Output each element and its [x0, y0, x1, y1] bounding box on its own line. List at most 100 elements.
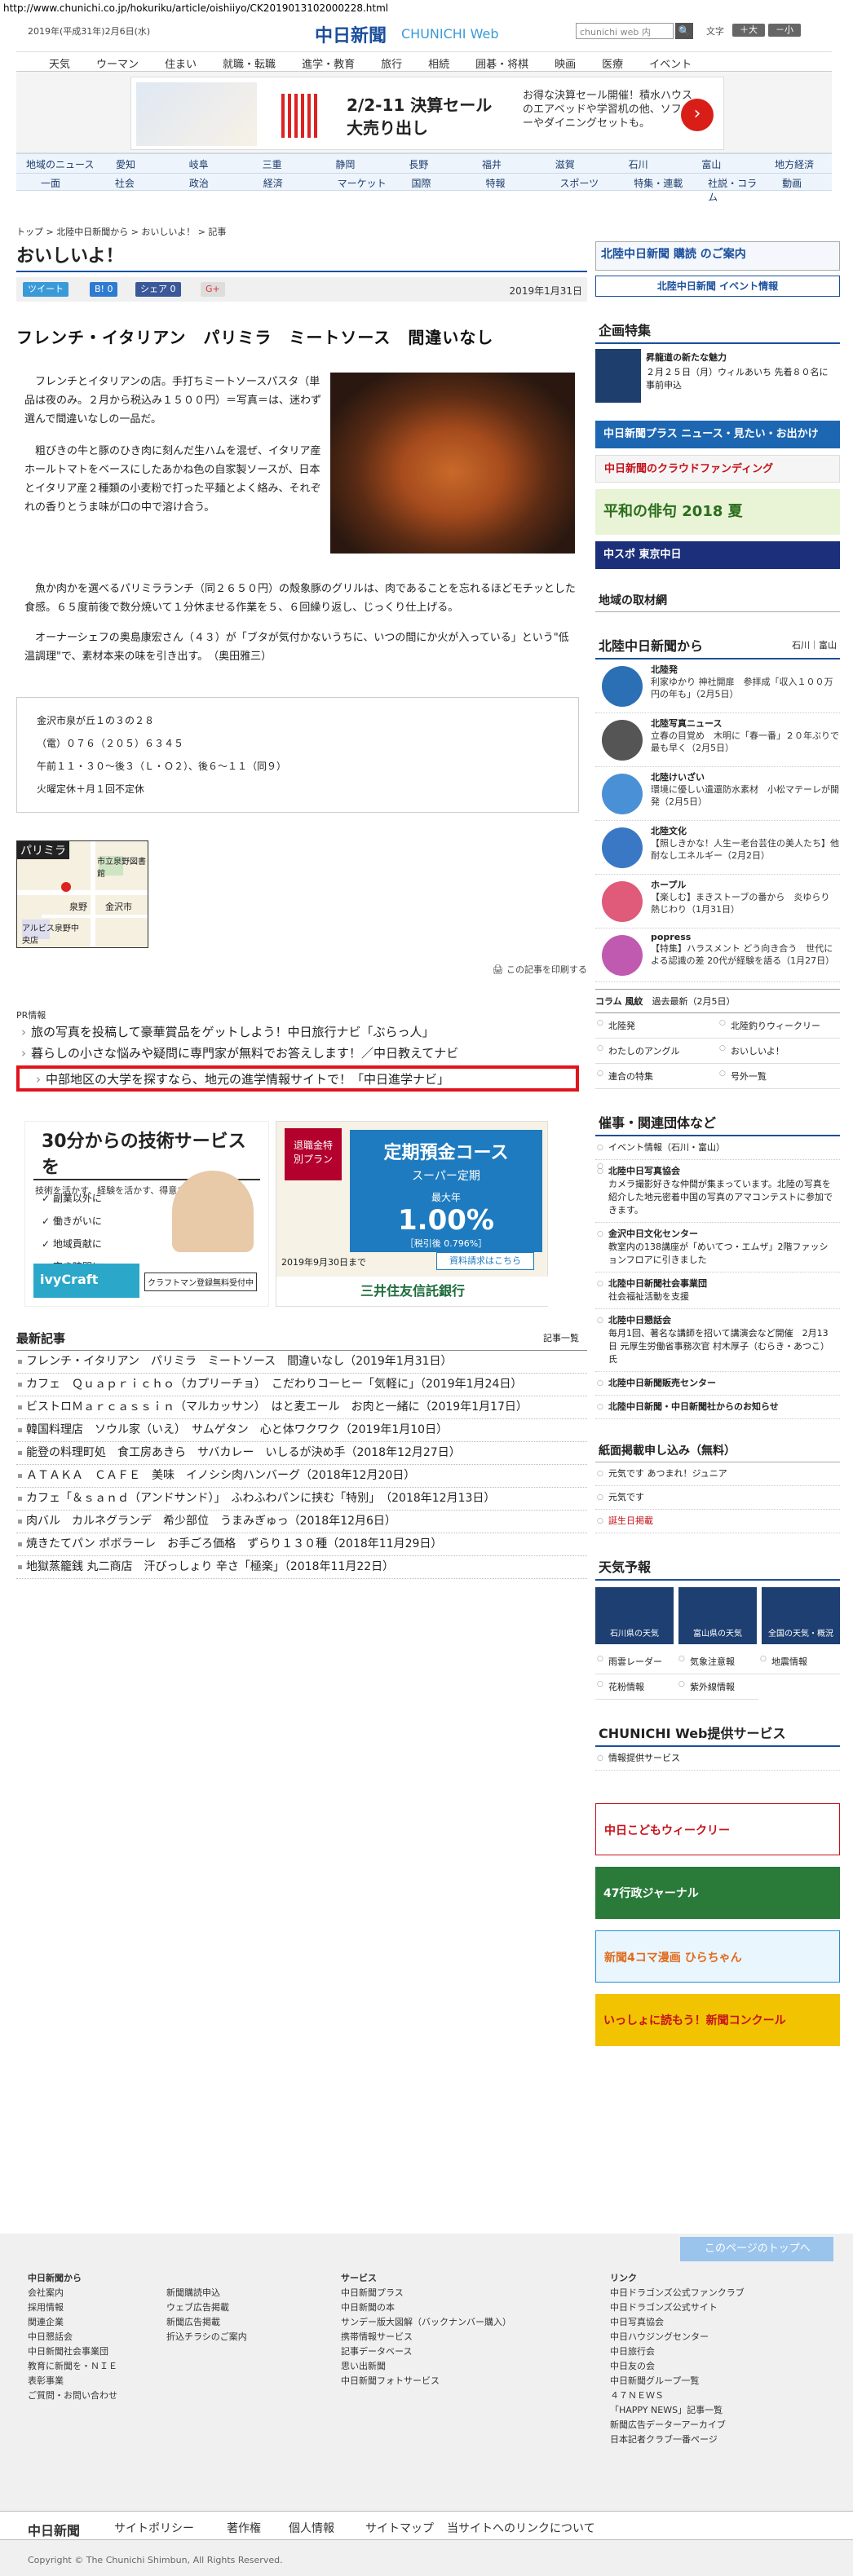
news-item[interactable]: 北陸発 利家ゆかり 神社開扉 参拝成「収入１００万円の年も」（2月5日）: [595, 663, 840, 713]
footer-bar-link[interactable]: 著作権: [227, 2520, 261, 2536]
footer-bar-link[interactable]: 当サイトへのリンクについて: [447, 2520, 595, 2536]
ad-arrow-icon[interactable]: ›: [681, 99, 714, 131]
sponsor-item[interactable]: 北陸中日新聞販売センター: [595, 1372, 840, 1396]
area-network-head[interactable]: 地域の取材網: [595, 589, 840, 612]
bottom-banner[interactable]: 中日こどもウィークリー: [595, 1803, 840, 1855]
footer-bar-link[interactable]: 中日新聞: [28, 2520, 80, 2539]
footer-bar-link[interactable]: 個人情報: [289, 2520, 334, 2536]
footer-link[interactable]: 関連企業: [28, 2315, 117, 2330]
ad-box[interactable]: 2/2-11 決算セール 大売り出し お得な決算セール開催！積水ハウスのエアベッ…: [130, 77, 724, 150]
catnav-item[interactable]: 国際: [387, 174, 462, 190]
ivycraft-ad[interactable]: 30分からの技術サービスを 技術を活かす、経験を活かす、得意を活かす ✓ 副業以…: [24, 1121, 269, 1307]
side-grid-link[interactable]: 北陸釣りウィークリー: [718, 1013, 840, 1039]
catnav-item[interactable]: マーケット: [313, 174, 387, 190]
bottom-banner[interactable]: 新聞4コマ漫画 ひらちゃん: [595, 1930, 840, 1983]
hatena-button[interactable]: B! 0: [90, 282, 118, 297]
catnav-item[interactable]: 経済: [239, 174, 313, 190]
footer-link[interactable]: 会社案内: [28, 2286, 117, 2300]
topnav-item[interactable]: 旅行: [368, 52, 415, 71]
side-grid-link[interactable]: 北陸発: [595, 1013, 718, 1039]
areanav-item[interactable]: 岐阜: [173, 154, 246, 173]
paper-item[interactable]: 元気です: [595, 1486, 840, 1510]
sponsor-item[interactable]: 金沢中日文化センター教室内の138講座が「めいてつ・エムザ」2階ファッションフロ…: [595, 1223, 840, 1273]
footer-link[interactable]: 表彰事業: [28, 2374, 117, 2389]
latest-item[interactable]: 焼きたてパン ポボラーレ お手ごろ価格 ずらり１３０種（2018年11月29日）: [16, 1533, 587, 1556]
areanav-item[interactable]: 富山: [685, 154, 758, 173]
catnav-item[interactable]: 社会: [91, 174, 165, 190]
weather-panel[interactable]: 富山県の天気: [678, 1587, 757, 1644]
footer-link[interactable]: 中日新聞フォトサービス: [341, 2374, 511, 2389]
top-ad-banner[interactable]: 2/2-11 決算セール 大売り出し お得な決算セール開催！積水ハウスのエアベッ…: [16, 72, 832, 153]
font-bigger-button[interactable]: ＋大: [732, 24, 765, 37]
footer-link[interactable]: 折込チラシのご案内: [166, 2330, 247, 2344]
areanav-item[interactable]: 滋賀: [539, 154, 612, 173]
chuspo-banner[interactable]: 中スポ 東京中日: [595, 541, 840, 569]
areanav-item[interactable]: 地方経済: [758, 154, 832, 173]
footer-link[interactable]: 携帯情報サービス: [341, 2330, 511, 2344]
footer-link[interactable]: 新聞広告掲載: [166, 2315, 247, 2330]
weather-panel[interactable]: 石川県の天気: [595, 1587, 674, 1644]
latest-item[interactable]: 能登の料理町処 食工房あきら サバカレー いしるが決め手（2018年12月27日…: [16, 1442, 587, 1465]
areanav-item[interactable]: 石川: [612, 154, 686, 173]
sponsor-item[interactable]: 北陸中日懇話会毎月1回、著名な講師を招いて講演会など開催 2月13日 元厚生労働…: [595, 1309, 840, 1372]
catnav-item[interactable]: 社説・コラム: [683, 174, 758, 203]
footer-link[interactable]: 中日ハウジングセンター: [610, 2330, 745, 2344]
footer-link[interactable]: 中日写真協会: [610, 2315, 745, 2330]
catnav-item[interactable]: スポーツ: [535, 174, 609, 190]
areanav-item[interactable]: 長野: [392, 154, 466, 173]
footer-link[interactable]: 日本記者クラブ一番ページ: [610, 2433, 745, 2447]
side-grid-link[interactable]: おいしいよ！: [718, 1039, 840, 1064]
footer-link[interactable]: 採用情報: [28, 2300, 117, 2315]
bottom-banner[interactable]: いっしょに読もう！新聞コンクール: [595, 1994, 840, 2046]
sponsor-item[interactable]: 北陸中日新聞社会事業団社会福祉活動を支援: [595, 1273, 840, 1309]
ad-b-btn[interactable]: 資料請求はこちら: [436, 1252, 534, 1270]
footer-link[interactable]: 中日懇話会: [28, 2330, 117, 2344]
footer-link[interactable]: ウェブ広告掲載: [166, 2300, 247, 2315]
column-row[interactable]: コラム 風紋 過去最新（2月5日）: [595, 989, 840, 1013]
areanav-item[interactable]: 三重: [246, 154, 320, 173]
events-banner[interactable]: 北陸中日新聞 イベント情報: [595, 276, 840, 297]
font-smaller-button[interactable]: －小: [768, 24, 801, 37]
chunichi-plus-banner[interactable]: 中日新聞プラス ニュース・見たい・お出かけ: [595, 421, 840, 448]
footer-link[interactable]: 中日ドラゴンズ公式サイト: [610, 2300, 745, 2315]
topnav-item[interactable]: ウーマン: [83, 52, 152, 71]
topnav-item[interactable]: 就職・転職: [210, 52, 289, 71]
topnav-item[interactable]: 医療: [589, 52, 636, 71]
topnav-item[interactable]: 進学・教育: [289, 52, 368, 71]
footer-link[interactable]: 新聞購読申込: [166, 2286, 247, 2300]
footer-link[interactable]: 中日新聞社会事業団: [28, 2344, 117, 2359]
topnav-item[interactable]: 囲碁・将棋: [462, 52, 541, 71]
footer-link[interactable]: 中日新聞グループ一覧: [610, 2374, 745, 2389]
catnav-item[interactable]: 特集・連載: [609, 174, 683, 190]
search-icon[interactable]: 🔍: [675, 23, 693, 39]
news-item[interactable]: popress 【特集】ハラスメント どう向き合う 世代による認識の差 20代が経…: [595, 932, 840, 982]
side-grid-link[interactable]: わたしのアングル: [595, 1039, 718, 1064]
bottom-banner[interactable]: 47行政ジャーナル: [595, 1867, 840, 1919]
weather-link[interactable]: 雨雲レーダー: [595, 1649, 677, 1674]
footer-link[interactable]: 思い出新聞: [341, 2359, 511, 2374]
latest-item[interactable]: 地獄蒸籠銭 丸二商店 汗びっしょり 辛さ「極楽」（2018年11月22日）: [16, 1556, 587, 1579]
footer-link[interactable]: ご質問・お問い合わせ: [28, 2389, 117, 2403]
search-input[interactable]: chunichi web 内: [576, 23, 674, 39]
bank-ad[interactable]: 退職金特別プラン 定期預金コース スーパー定期 最大年 1.00% ［税引後 0…: [276, 1121, 549, 1307]
catnav-item[interactable]: 動画: [758, 174, 832, 190]
latest-item[interactable]: フレンチ・イタリアン パリミラ ミートソース 間違いなし（2019年1月31日）: [16, 1351, 587, 1374]
footer-link[interactable]: 中日新聞の本: [341, 2300, 511, 2315]
news-item[interactable]: ホープル 【楽しむ】まきストーブの番から 炎ゆらり 熱じわり（1月31日）: [595, 878, 840, 929]
tweet-button[interactable]: ツイート: [23, 282, 69, 297]
footer-link[interactable]: ４７ＮＥＷＳ: [610, 2389, 745, 2403]
latest-item[interactable]: ＡＴＡＫＡ ＣＡＦＥ 美味 イノシシ肉ハンバーグ（2018年12月20日）: [16, 1465, 587, 1488]
heiwa-haiku-banner[interactable]: 平和の俳句 2018 夏: [595, 489, 840, 535]
areanav-item[interactable]: 福井: [466, 154, 539, 173]
catnav-item[interactable]: 一面: [16, 174, 91, 190]
weather-link[interactable]: 地震情報: [758, 1649, 840, 1674]
sponsor-item[interactable]: 北陸中日新聞・中日新聞社からのお知らせ: [595, 1396, 840, 1419]
areanav-item[interactable]: 愛知: [99, 154, 173, 173]
side-grid-link[interactable]: 号外一覧: [718, 1064, 840, 1089]
paper-item[interactable]: 元気です あつまれ！ジュニア: [595, 1462, 840, 1486]
news-item[interactable]: 北陸けいざい 環境に優しい遺還防水素材 小松マテーレが開発（2月5日）: [595, 770, 840, 821]
pr-link-highlighted[interactable]: 中部地区の大学を探すなら、地元の進学情報サイトで！「中日進学ナビ」: [31, 1069, 576, 1090]
footer-link[interactable]: 中日ドラゴンズ公式ファンクラブ: [610, 2286, 745, 2300]
topnav-item[interactable]: 住まい: [152, 52, 210, 71]
breadcrumb[interactable]: トップ > 北陸中日新聞から > おいしいよ！ > 記事: [16, 225, 587, 238]
